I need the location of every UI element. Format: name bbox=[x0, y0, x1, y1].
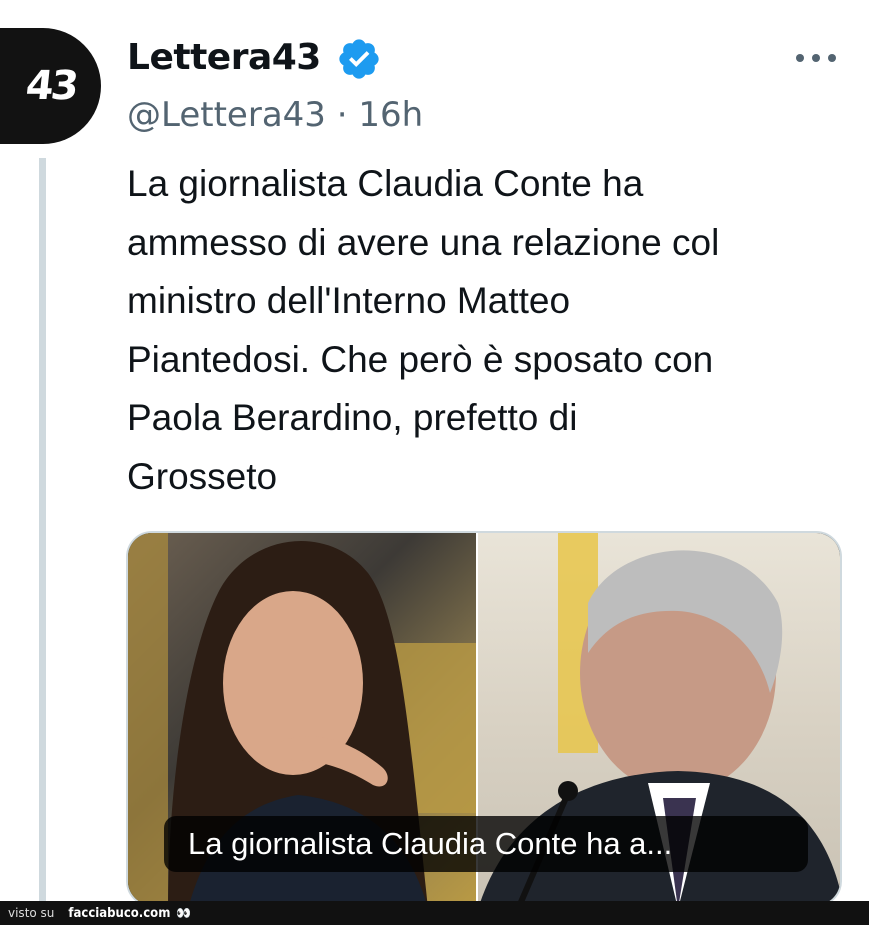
watermark-seen-on: visto su bbox=[8, 906, 55, 920]
tweet-text-line: Paola Berardino, prefetto di bbox=[127, 397, 578, 438]
link-preview-card[interactable]: La giornalista Claudia Conte ha a... bbox=[126, 531, 842, 907]
watermark-bar: visto su facciabuco.com 👀 bbox=[0, 901, 869, 925]
card-caption: La giornalista Claudia Conte ha a... bbox=[164, 816, 808, 872]
more-options-button[interactable] bbox=[790, 38, 842, 78]
author-handle[interactable]: @Lettera43 bbox=[127, 95, 326, 135]
thread-line bbox=[39, 158, 46, 903]
tweet-text-line: ammesso di avere una relazione col bbox=[127, 221, 720, 263]
avatar[interactable]: 43 bbox=[0, 28, 101, 144]
tweet-text-line: Grosseto bbox=[127, 455, 278, 497]
tweet-time[interactable]: 16h bbox=[358, 95, 423, 135]
tweet-text-line: Piantedosi. Che però è sposato con bbox=[127, 338, 714, 380]
verified-badge-icon bbox=[339, 39, 379, 79]
card-caption-text: La giornalista Claudia Conte ha a... bbox=[188, 826, 673, 861]
tweet-text: La giornalista Claudia Conte ha ammesso … bbox=[127, 155, 857, 506]
avatar-logo-text: 43 bbox=[23, 63, 78, 109]
more-horizontal-icon bbox=[796, 54, 836, 62]
separator: · bbox=[336, 95, 348, 135]
tweet-text-line: ministro dell'Interno Matteo bbox=[127, 280, 571, 321]
tweet-text-line: La giornalista Claudia Conte ha bbox=[127, 163, 644, 204]
handle-and-time: @Lettera43 · 16h bbox=[127, 93, 423, 137]
watermark-site: facciabuco.com bbox=[68, 905, 171, 921]
eyes-icon: 👀 bbox=[176, 906, 192, 920]
author-name[interactable]: Lettera43 bbox=[127, 36, 321, 80]
